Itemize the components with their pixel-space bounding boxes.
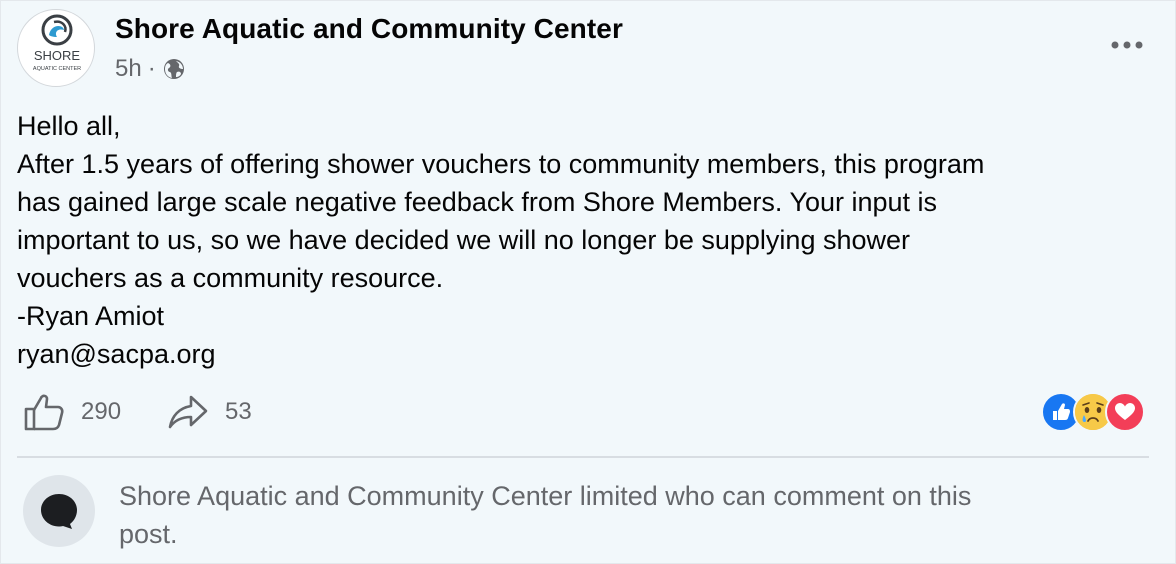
thumbs-up-icon (24, 394, 64, 431)
reaction-summary[interactable] (1041, 392, 1145, 432)
post-email: ryan@sacpa.org (17, 339, 216, 369)
share-count: 53 (225, 398, 252, 425)
post-body-line: vouchers as a community resource. (17, 263, 444, 293)
comment-restriction-text: Shore Aquatic and Community Center limit… (119, 477, 1129, 553)
page-name-link[interactable]: Shore Aquatic and Community Center (115, 13, 623, 45)
post-actions: 290 53 (23, 389, 252, 435)
comment-restriction-line: post. (119, 519, 178, 549)
more-options-icon (1111, 41, 1143, 49)
love-reaction-icon (1105, 392, 1145, 432)
post-time[interactable]: 5h (115, 55, 142, 83)
shore-logo-icon: SHORE AQUATIC CENTER (33, 14, 81, 72)
comment-restriction-badge (23, 475, 95, 547)
more-options-button[interactable] (1109, 31, 1145, 59)
share-button[interactable]: 53 (167, 393, 252, 431)
post-body-line: After 1.5 years of offering shower vouch… (17, 149, 985, 179)
post-body-line: Hello all, (17, 111, 121, 141)
speech-bubble-icon (41, 494, 77, 529)
post-body: Hello all, After 1.5 years of offering s… (17, 107, 1137, 373)
divider (17, 456, 1149, 458)
avatar-logo-subtext: AQUATIC CENTER (33, 66, 81, 72)
post-body-line: has gained large scale negative feedback… (17, 187, 938, 217)
share-arrow-icon (168, 395, 208, 429)
meta-separator: · (147, 55, 156, 82)
post-signature: -Ryan Amiot (17, 301, 165, 331)
like-count: 290 (81, 398, 122, 425)
like-button[interactable]: 290 (23, 392, 121, 432)
post-meta: 5h · (115, 53, 186, 85)
post-card: SHORE AQUATIC CENTER Shore Aquatic and C… (0, 0, 1176, 564)
page-avatar[interactable]: SHORE AQUATIC CENTER (17, 9, 95, 87)
post-body-line: important to us, so we have decided we w… (17, 225, 911, 255)
globe-icon[interactable] (162, 57, 186, 81)
avatar-logo-text: SHORE (34, 48, 81, 63)
comment-restriction-line: Shore Aquatic and Community Center limit… (119, 481, 972, 511)
